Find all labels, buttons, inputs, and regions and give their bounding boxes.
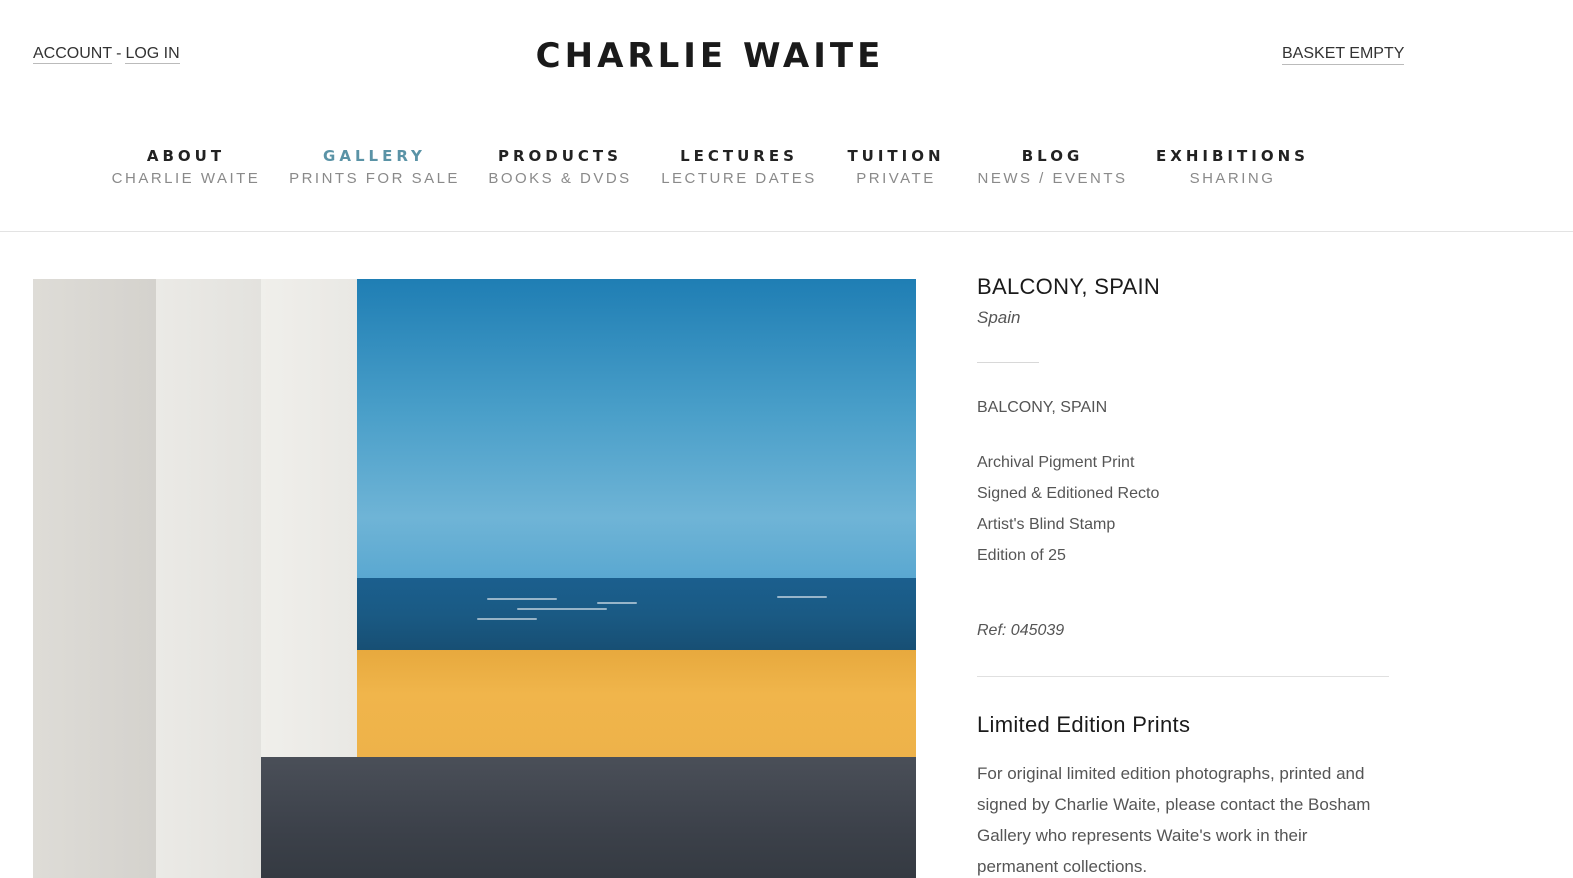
spec-line: Edition of 25	[977, 547, 1066, 564]
nav-item-lectures[interactable]: LECTURES LECTURE DATES	[646, 145, 832, 191]
photo-wave	[517, 608, 607, 610]
product-specs: Archival Pigment Print Signed & Editione…	[977, 447, 1389, 571]
product-title: BALCONY, SPAIN	[977, 274, 1161, 299]
spec-line: Artist's Blind Stamp	[977, 516, 1116, 533]
nav-item-title: GALLERY	[323, 147, 426, 165]
nav-item-title: PRODUCTS	[498, 147, 622, 165]
nav-item-subtitle: NEWS / EVENTS	[977, 170, 1128, 187]
details-divider	[977, 676, 1389, 677]
nav-item-subtitle: LECTURE DATES	[661, 170, 817, 187]
photo-wave	[487, 598, 557, 600]
photo-wave	[477, 618, 537, 620]
nav-item-title: TUITION	[847, 147, 945, 165]
photo-wall-left	[33, 279, 156, 878]
nav-item-title: BLOG	[1021, 147, 1084, 165]
nav-item-title: EXHIBITIONS	[1156, 147, 1309, 165]
product-details: BALCONY, SPAIN Spain BALCONY, SPAIN Arch…	[977, 274, 1389, 878]
nav-item-subtitle: BOOKS & DVDS	[488, 170, 632, 187]
main-nav: ABOUT CHARLIE WAITE GALLERY PRINTS FOR S…	[97, 145, 1320, 191]
nav-item-about[interactable]: ABOUT CHARLIE WAITE	[97, 145, 275, 191]
site-logo[interactable]: CHARLIE WAITE	[0, 36, 1420, 76]
basket-link[interactable]: BASKET EMPTY	[1282, 45, 1405, 65]
nav-item-subtitle: CHARLIE WAITE	[111, 170, 261, 187]
product-location: Spain	[977, 308, 1021, 327]
photo-wave	[777, 596, 827, 598]
limited-edition-text: For original limited edition photographs…	[977, 764, 1371, 876]
nav-item-blog[interactable]: BLOG NEWS / EVENTS	[960, 145, 1145, 191]
header-divider	[0, 231, 1573, 232]
spec-line: Signed & Editioned Recto	[977, 485, 1160, 502]
photo-sea	[357, 578, 916, 650]
nav-item-title: ABOUT	[146, 147, 226, 165]
nav-item-gallery[interactable]: GALLERY PRINTS FOR SALE	[275, 145, 474, 191]
photo-sky	[357, 279, 916, 578]
nav-item-products[interactable]: PRODUCTS BOOKS & DVDS	[474, 145, 646, 191]
nav-item-subtitle: PRIVATE	[856, 170, 936, 187]
limited-edition-heading: Limited Edition Prints	[977, 712, 1191, 737]
product-ref: Ref: 045039	[977, 622, 1065, 639]
nav-item-title: LECTURES	[680, 147, 798, 165]
nav-item-subtitle: SHARING	[1189, 170, 1276, 187]
photo-wave	[597, 602, 637, 604]
nav-item-subtitle: PRINTS FOR SALE	[289, 170, 460, 187]
nav-item-exhibitions[interactable]: EXHIBITIONS SHARING	[1145, 145, 1320, 191]
photo-yellow-ledge	[357, 650, 916, 760]
product-name: BALCONY, SPAIN	[977, 399, 1108, 416]
photo-wall-middle	[156, 279, 261, 878]
spec-line: Archival Pigment Print	[977, 454, 1135, 471]
photo-floor	[261, 757, 916, 878]
product-photo[interactable]	[33, 279, 916, 878]
nav-item-tuition[interactable]: TUITION PRIVATE	[832, 145, 960, 191]
short-divider	[977, 362, 1039, 363]
